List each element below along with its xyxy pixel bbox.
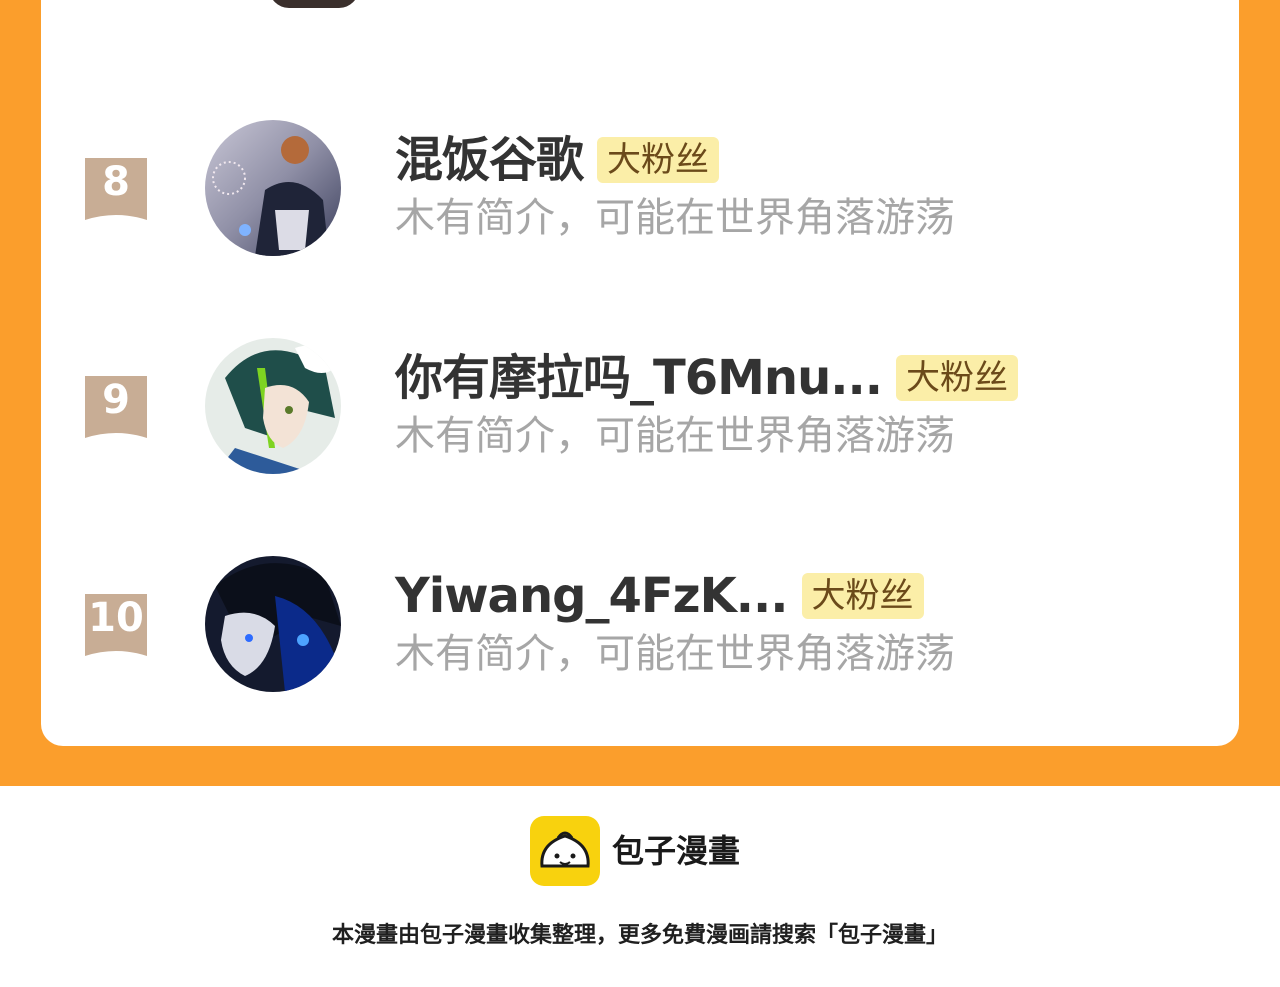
fan-level-badge: 大粉丝 <box>801 573 924 619</box>
rank-flag-icon: 9 <box>85 376 147 438</box>
fan-level-badge: 大粉丝 <box>895 355 1018 401</box>
user-bio: 木有简介，可能在世界角落游荡 <box>395 413 955 459</box>
fan-rank-row[interactable]: 9 你有摩拉吗_T6Mnu... 大粉丝 木有简介，可能在世界角落游荡 <box>41 338 1239 478</box>
bun-logo-icon <box>530 816 600 886</box>
rank-flag-icon: 8 <box>85 158 147 220</box>
user-bio: 木有简介，可能在世界角落游荡 <box>395 195 955 241</box>
rank-number: 9 <box>102 377 130 423</box>
rank-flag-icon: 10 <box>85 594 147 656</box>
user-name-line: 你有摩拉吗_T6Mnu... 大粉丝 <box>395 350 1018 406</box>
rank-number: 10 <box>88 595 144 641</box>
user-avatar[interactable] <box>205 556 341 692</box>
user-name[interactable]: Yiwang_4FzK... <box>395 568 788 624</box>
previous-row-avatar <box>269 0 359 8</box>
brand-name: 包子漫畫 <box>612 832 741 870</box>
user-name[interactable]: 你有摩拉吗_T6Mnu... <box>395 350 883 406</box>
user-name-line: 混饭谷歌 大粉丝 <box>395 132 720 188</box>
fan-ranking-card: 8 混饭谷歌 大粉丝 木有简介，可能在世界角落游荡 9 你有摩拉吗_T6Mnu.… <box>41 0 1239 746</box>
footer-note: 本漫畫由包子漫畫收集整理，更多免費漫画請搜索「包子漫畫」 <box>331 923 948 948</box>
user-avatar[interactable] <box>205 338 341 474</box>
fan-level-badge: 大粉丝 <box>597 137 720 183</box>
user-name-line: Yiwang_4FzK... 大粉丝 <box>395 568 924 624</box>
fan-rank-row[interactable]: 10 Yiwang_4FzK... 大粉丝 木有简介，可能在世界角落游荡 <box>41 556 1239 696</box>
user-name[interactable]: 混饭谷歌 <box>395 132 584 188</box>
rank-number: 8 <box>102 159 130 205</box>
user-bio: 木有简介，可能在世界角落游荡 <box>395 631 955 677</box>
user-avatar[interactable] <box>205 120 341 256</box>
fan-rank-row[interactable]: 8 混饭谷歌 大粉丝 木有简介，可能在世界角落游荡 <box>41 120 1239 260</box>
